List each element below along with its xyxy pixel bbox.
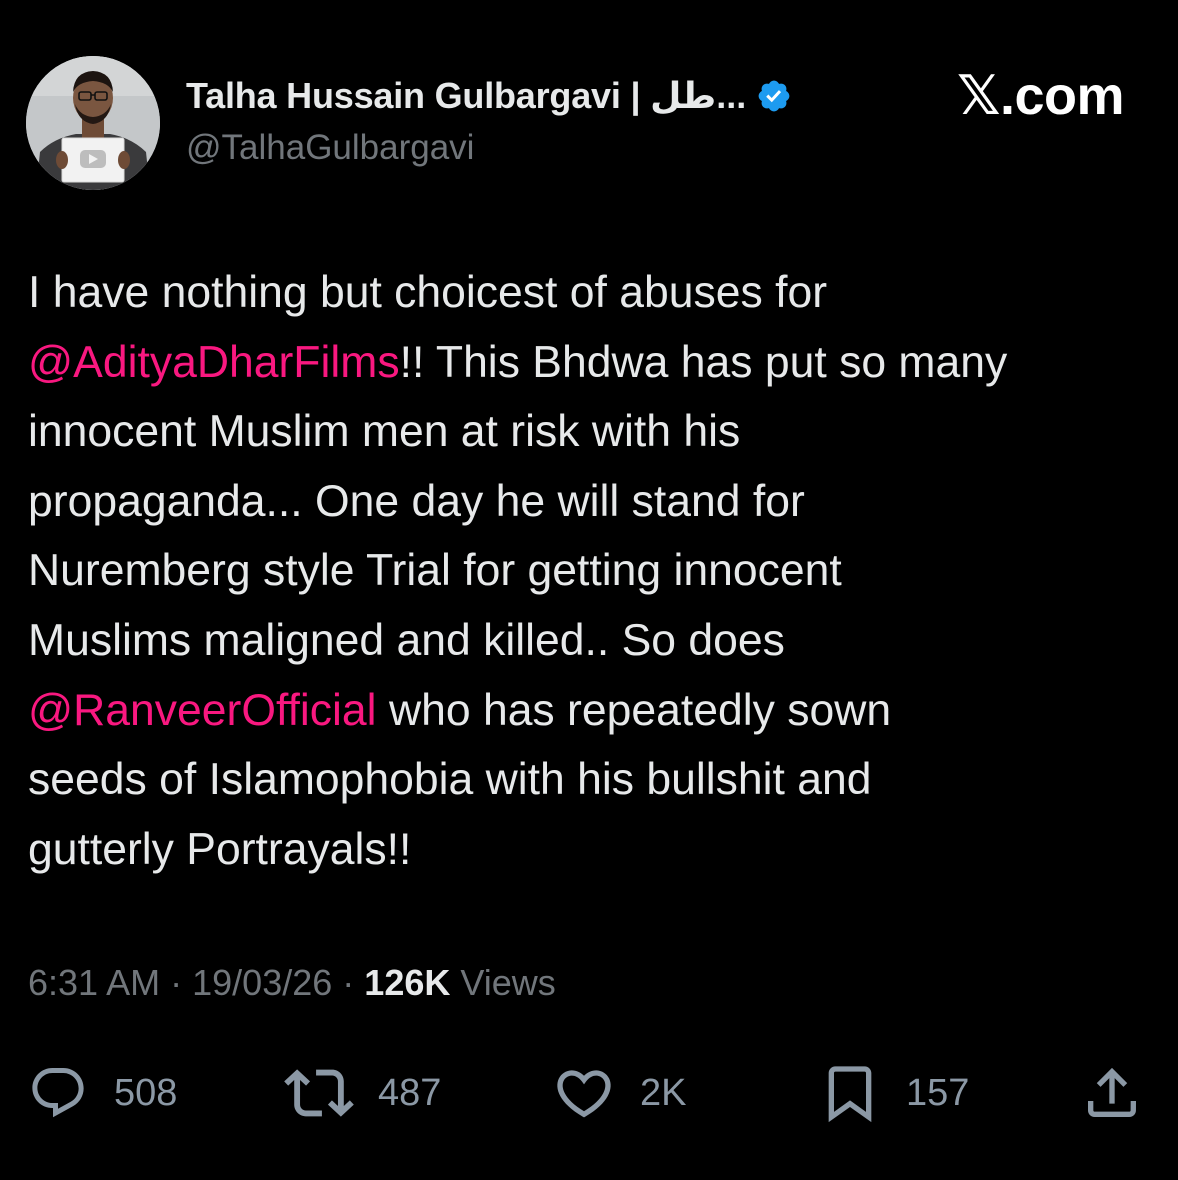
views-count: 126K bbox=[364, 962, 451, 1003]
brand-watermark: 𝕏.com bbox=[956, 66, 1125, 126]
text-segment: innocent Muslim men at risk with his bbox=[28, 407, 741, 457]
tweet-date[interactable]: 19/03/26 bbox=[192, 962, 332, 1003]
share-icon bbox=[1080, 1061, 1144, 1125]
bookmark-count: 157 bbox=[906, 1071, 970, 1114]
text-segment: Nuremberg style Trial for getting innoce… bbox=[28, 546, 842, 596]
tweet-line: Muslims maligned and killed.. So does bbox=[28, 606, 1158, 676]
text-segment: Muslims maligned and killed.. So does bbox=[28, 615, 785, 665]
mention-link[interactable]: @AdityaDharFilms bbox=[28, 338, 400, 387]
tweet-line: @AdityaDharFilms!! This Bhdwa has put so… bbox=[28, 328, 1158, 398]
reply-button[interactable]: 508 bbox=[28, 1058, 177, 1128]
text-segment: seeds of Islamophobia with his bullshit … bbox=[28, 755, 872, 805]
meta-separator: · bbox=[342, 962, 355, 1003]
views-label: Views bbox=[460, 962, 556, 1003]
tweet-time[interactable]: 6:31 AM bbox=[28, 962, 160, 1003]
tweet-line: propaganda... One day he will stand for bbox=[28, 467, 1158, 537]
tweet-line: I have nothing but choicest of abuses fo… bbox=[28, 258, 1158, 328]
tweet-text: I have nothing but choicest of abuses fo… bbox=[28, 258, 1158, 884]
author-display-name[interactable]: Talha Hussain Gulbargavi | طل... bbox=[186, 75, 746, 117]
repost-button[interactable]: 487 bbox=[284, 1058, 441, 1128]
text-segment: !! This Bhdwa has put so many bbox=[399, 337, 1008, 387]
tweet-line: innocent Muslim men at risk with his bbox=[28, 397, 1158, 467]
repost-count: 487 bbox=[378, 1071, 442, 1114]
mention-link[interactable]: @RanveerOfficial bbox=[28, 686, 377, 735]
meta-separator: · bbox=[170, 962, 183, 1003]
tweet-meta: 6:31 AM · 19/03/26 · 126K Views bbox=[28, 962, 556, 1004]
text-segment: who has repeatedly sown bbox=[376, 685, 892, 735]
text-segment: I have nothing but choicest of abuses fo… bbox=[28, 268, 828, 317]
bookmark-icon bbox=[818, 1061, 882, 1125]
verified-badge-icon bbox=[756, 78, 792, 114]
author-handle[interactable]: @TalhaGulbargavi bbox=[186, 128, 792, 168]
share-button[interactable] bbox=[1080, 1058, 1144, 1128]
tweet-line: seeds of Islamophobia with his bullshit … bbox=[28, 745, 1158, 815]
name-row: Talha Hussain Gulbargavi | طل... bbox=[186, 70, 792, 122]
tweet-line: gutterly Portrayals!! bbox=[28, 815, 1158, 885]
action-bar: 508 487 2K 157 bbox=[0, 1058, 1178, 1128]
like-count: 2K bbox=[640, 1071, 687, 1114]
reply-count: 508 bbox=[114, 1071, 178, 1114]
avatar[interactable] bbox=[26, 56, 160, 190]
text-segment: gutterly Portrayals!! bbox=[28, 824, 412, 874]
tweet-line: @RanveerOfficial who has repeatedly sown bbox=[28, 676, 1158, 746]
heart-icon bbox=[552, 1061, 616, 1125]
text-segment: propaganda... One day he will stand for bbox=[28, 476, 805, 526]
tweet-line: Nuremberg style Trial for getting innoce… bbox=[28, 536, 1158, 606]
like-button[interactable]: 2K bbox=[552, 1058, 686, 1128]
tweet-header: Talha Hussain Gulbargavi | طل... @TalhaG… bbox=[26, 56, 1156, 190]
repost-icon bbox=[284, 1058, 354, 1128]
reply-icon bbox=[28, 1063, 88, 1123]
author-info: Talha Hussain Gulbargavi | طل... @TalhaG… bbox=[186, 70, 792, 168]
bookmark-button[interactable]: 157 bbox=[818, 1058, 969, 1128]
